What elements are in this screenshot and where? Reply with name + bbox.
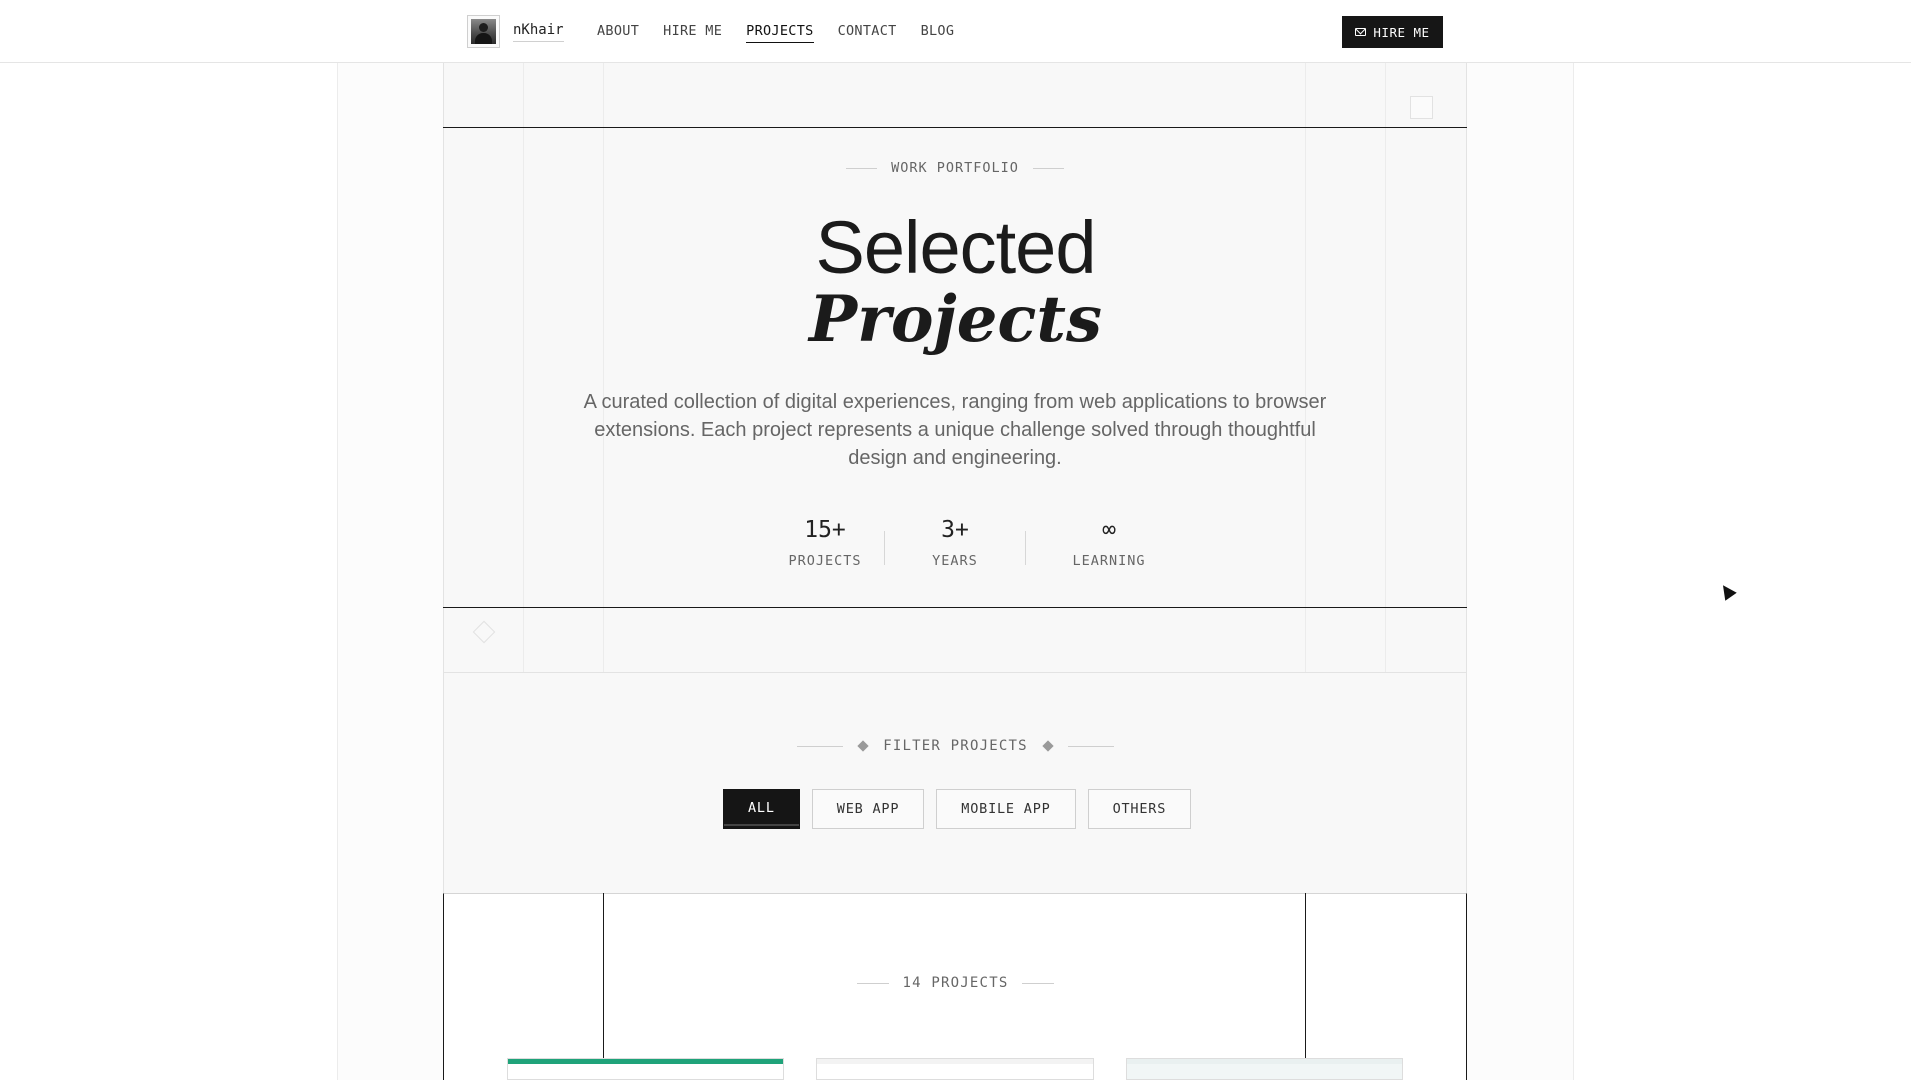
- stat-value: 15+: [804, 517, 846, 543]
- stat-value: ∞: [1102, 517, 1116, 543]
- mouse-cursor: [1717, 581, 1737, 601]
- page-title-italic: Projects: [809, 282, 1102, 357]
- grid-line: [1305, 63, 1306, 673]
- filter-web-app-button[interactable]: WEB APP: [811, 789, 925, 829]
- stat-years: 3+ YEARS: [885, 517, 1025, 569]
- nav-hire-me[interactable]: HIRE ME: [663, 23, 722, 43]
- stat-label: PROJECTS: [788, 553, 862, 569]
- decorative-square: [1410, 96, 1433, 119]
- stat-label: LEARNING: [1072, 553, 1146, 569]
- hero-description: A curated collection of digital experien…: [583, 391, 1327, 469]
- nav-projects[interactable]: PROJECTS: [746, 23, 814, 43]
- hero-eyebrow: WORK PORTFOLIO: [843, 160, 1067, 176]
- site-header: nKhair ABOUT HIRE ME PROJECTS CONTACT BL…: [0, 0, 1911, 63]
- mail-icon: [1355, 28, 1367, 36]
- filter-eyebrow-label: FILTER PROJECTS: [883, 738, 1028, 754]
- hero-top-border: [443, 127, 1467, 128]
- stat-divider: [1025, 531, 1026, 565]
- filter-buttons: ALL WEB APP MOBILE APP OTHERS: [723, 789, 1192, 829]
- eyebrow-dash: [1032, 167, 1064, 169]
- hero-bottom-border: [443, 607, 1467, 608]
- eyebrow-dash: [846, 167, 878, 169]
- nav-contact[interactable]: CONTACT: [838, 23, 897, 43]
- stat-label: YEARS: [932, 553, 978, 569]
- nav-blog[interactable]: BLOG: [921, 23, 955, 43]
- grid-line: [523, 63, 524, 673]
- hire-me-button-label: HIRE ME: [1373, 24, 1430, 40]
- thumbnail-bar: [817, 1059, 1093, 1064]
- diamond-icon: [857, 740, 869, 752]
- section-divider: [443, 672, 1467, 673]
- grid-line: [1385, 63, 1386, 673]
- eyebrow-dash: [856, 982, 889, 984]
- brand-name[interactable]: nKhair: [513, 22, 564, 42]
- filter-all-button[interactable]: ALL: [723, 789, 800, 829]
- avatar: [471, 19, 496, 44]
- page-title: Selected: [815, 206, 1097, 289]
- eyebrow-dash: [1022, 982, 1055, 984]
- hero-eyebrow-label: WORK PORTFOLIO: [891, 160, 1019, 176]
- nav-about[interactable]: ABOUT: [597, 23, 639, 43]
- thumbnail-bar: [1127, 1059, 1402, 1064]
- stat-projects: 15+ PROJECTS: [755, 517, 895, 569]
- logo-avatar[interactable]: [467, 15, 500, 48]
- filter-eyebrow: FILTER PROJECTS: [0, 738, 1911, 754]
- stat-value: 3+: [941, 517, 969, 543]
- projects-count: 14 PROJECTS: [0, 975, 1911, 991]
- diamond-icon: [1042, 740, 1054, 752]
- project-thumbnail[interactable]: [1126, 1058, 1403, 1080]
- filter-others-button[interactable]: OTHERS: [1087, 789, 1192, 829]
- hire-me-button[interactable]: HIRE ME: [1342, 16, 1443, 48]
- thumbnail-bar: [508, 1059, 783, 1064]
- filter-mobile-app-button[interactable]: MOBILE APP: [936, 789, 1076, 829]
- eyebrow-dash: [1067, 745, 1114, 747]
- stats-row: 15+ PROJECTS 3+ YEARS ∞ LEARNING: [755, 517, 1155, 577]
- project-thumbnail[interactable]: [507, 1058, 784, 1080]
- stat-learning: ∞ LEARNING: [1039, 517, 1179, 569]
- grid-line: [603, 63, 604, 673]
- eyebrow-dash: [797, 745, 844, 747]
- projects-count-label: 14 PROJECTS: [902, 975, 1009, 991]
- main-nav: ABOUT HIRE ME PROJECTS CONTACT BLOG: [597, 23, 978, 43]
- project-thumbnail[interactable]: [816, 1058, 1094, 1080]
